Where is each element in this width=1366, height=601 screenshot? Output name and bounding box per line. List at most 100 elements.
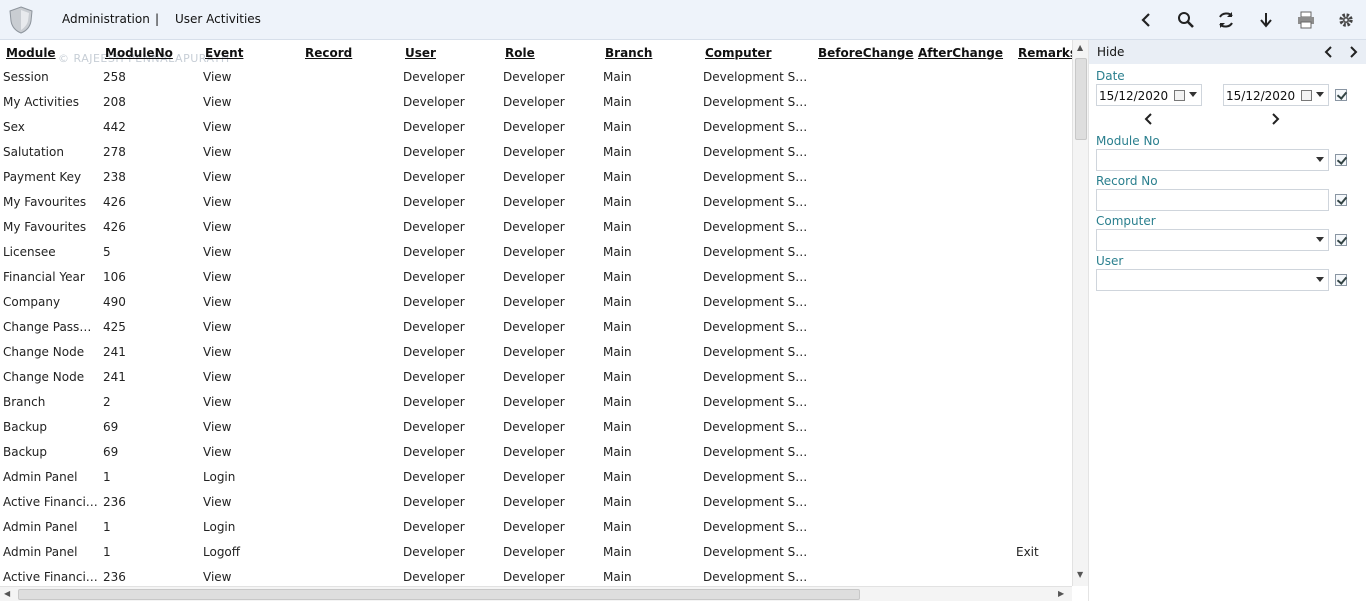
cell-computer: Development Server [703,370,813,384]
table-row[interactable]: Session 258 View Developer Developer Main Deve… [0,65,1072,90]
module-no-label: Module No [1096,134,1160,148]
hide-button[interactable]: Hide [1097,45,1124,59]
horizontal-scrollbar[interactable]: ◀ ▶ [0,586,1072,601]
table-row[interactable]: Admin Panel 1 Login Developer Developer Main D… [0,465,1072,490]
cell-module: Active Financial... [3,495,99,509]
cell-moduleno: 241 [103,345,126,359]
column-header-afterchange[interactable]: AfterChange [918,46,1003,60]
cell-moduleno: 106 [103,270,126,284]
table-row[interactable]: Admin Panel 1 Login Developer Developer Main D… [0,515,1072,540]
computer-select[interactable] [1096,229,1329,251]
search-icon[interactable] [1174,8,1198,32]
panel-prev-icon[interactable] [1323,46,1335,58]
column-header-branch[interactable]: Branch [605,46,652,60]
chevron-down-icon[interactable] [1316,237,1324,242]
panel-next-icon[interactable] [1347,46,1359,58]
column-header-beforechange[interactable]: BeforeChange [818,46,914,60]
vertical-scrollbar[interactable]: ▲ ▼ [1072,40,1088,586]
scroll-down-icon[interactable]: ▼ [1077,570,1083,579]
cell-role: Developer [503,570,565,584]
table-row[interactable]: Licensee 5 View Developer Developer Main Devel… [0,240,1072,265]
table-row[interactable]: Branch 2 View Developer Developer Main Develop… [0,390,1072,415]
cell-user: Developer [403,220,465,234]
vertical-scroll-thumb[interactable] [1075,58,1087,140]
column-header-module[interactable]: Module [6,46,56,60]
table-row[interactable]: Active Financial... 236 View Developer Devel… [0,490,1072,515]
calendar-icon[interactable] [1174,90,1185,101]
record-no-input[interactable] [1096,189,1329,211]
table-row[interactable]: Backup 69 View Developer Developer Main Develo… [0,415,1072,440]
column-header-moduleno[interactable]: ModuleNo [105,46,173,60]
column-header-remarks[interactable]: Remarks [1018,46,1072,60]
cell-computer: Development Server [703,470,813,484]
column-header-event[interactable]: Event [205,46,243,60]
cell-module: Company [3,295,61,309]
chevron-down-icon[interactable] [1316,92,1324,97]
user-checkbox[interactable] [1335,274,1347,286]
breadcrumb-administration[interactable]: Administration [62,12,150,26]
table-row[interactable]: Active Financial... 236 View Developer Devel… [0,565,1072,586]
table-row[interactable]: My Favourites 426 View Developer Developer Ma… [0,190,1072,215]
cell-moduleno: 1 [103,545,111,559]
cell-branch: Main [603,445,632,459]
cell-branch: Main [603,545,632,559]
column-header-computer[interactable]: Computer [705,46,771,60]
cell-module: Change Node [3,370,85,384]
table-row[interactable]: Backup 69 View Developer Developer Main Develo… [0,440,1072,465]
back-icon[interactable] [1134,8,1158,32]
table-row[interactable]: My Favourites 426 View Developer Developer Ma… [0,215,1072,240]
column-header-user[interactable]: User [405,46,436,60]
table-row[interactable]: Sex 442 View Developer Developer Main Developm… [0,115,1072,140]
user-select[interactable] [1096,269,1329,291]
horizontal-scroll-thumb[interactable] [18,589,860,600]
cell-module: Salutation [3,145,64,159]
cell-role: Developer [503,170,565,184]
cell-role: Developer [503,145,565,159]
table-row[interactable]: Payment Key 238 View Developer Developer Main… [0,165,1072,190]
table-row[interactable]: Change Node 241 View Developer Developer Main… [0,340,1072,365]
scroll-right-icon[interactable]: ▶ [1058,589,1064,598]
cell-computer: Development Server [703,445,813,459]
computer-checkbox[interactable] [1335,234,1347,246]
shield-logo-icon [9,6,33,34]
record-no-checkbox[interactable] [1335,194,1347,206]
module-no-checkbox[interactable] [1335,154,1347,166]
cell-event: Logoff [203,545,241,559]
date-from-picker[interactable]: 15/12/2020 [1096,84,1202,106]
download-icon[interactable] [1254,8,1278,32]
cell-branch: Main [603,395,632,409]
cell-event: View [203,320,232,334]
print-icon[interactable] [1294,8,1318,32]
date-label: Date [1096,69,1125,83]
cell-event: View [203,195,232,209]
cell-computer: Development Server [703,520,813,534]
refresh-icon[interactable] [1214,8,1238,32]
column-header-record[interactable]: Record [305,46,352,60]
cell-computer: Development Server [703,420,813,434]
scroll-left-icon[interactable]: ◀ [4,589,10,598]
table-row[interactable]: Company 490 View Developer Developer Main Deve… [0,290,1072,315]
module-no-select[interactable] [1096,149,1329,171]
date-filter-checkbox[interactable] [1335,89,1347,101]
table-row[interactable]: Change Passwo... 425 View Developer Develope… [0,315,1072,340]
gear-icon[interactable] [1334,8,1358,32]
chevron-down-icon[interactable] [1316,157,1324,162]
date-prev-icon[interactable] [1143,113,1155,125]
cell-computer: Development Server [703,270,813,284]
table-row[interactable]: My Activities 208 View Developer Developer Ma… [0,90,1072,115]
cell-event: Login [203,520,236,534]
chevron-down-icon[interactable] [1316,277,1324,282]
date-next-icon[interactable] [1269,113,1281,125]
table-row[interactable]: Financial Year 106 View Developer Developer M… [0,265,1072,290]
table-row[interactable]: Salutation 278 View Developer Developer Main D… [0,140,1072,165]
calendar-icon[interactable] [1301,90,1312,101]
table-row[interactable]: Change Node 241 View Developer Developer Main… [0,365,1072,390]
table-row[interactable]: Admin Panel 1 Logoff Developer Developer Main… [0,540,1072,565]
cell-event: View [203,395,232,409]
date-to-picker[interactable]: 15/12/2020 [1223,84,1329,106]
scroll-up-icon[interactable]: ▲ [1077,43,1083,52]
chevron-down-icon[interactable] [1189,92,1197,97]
activities-grid: © RAJEESH PENNALAPURATH Module ModuleNo … [0,40,1072,586]
cell-module: Licensee [3,245,56,259]
column-header-role[interactable]: Role [505,46,535,60]
